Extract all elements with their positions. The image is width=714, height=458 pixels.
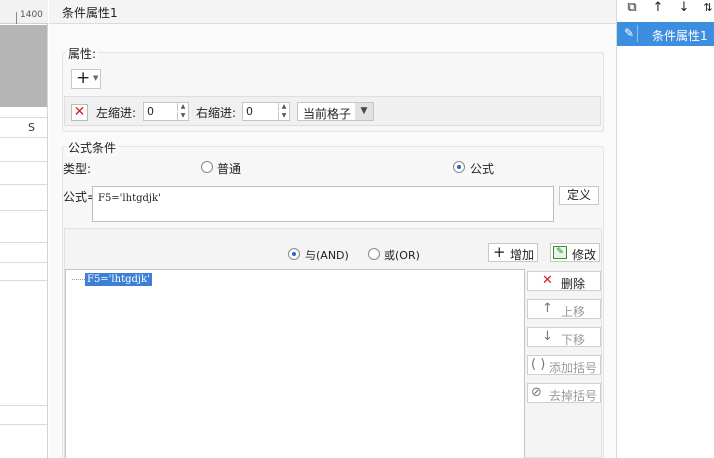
attributes-label: 属性: <box>66 45 99 62</box>
right-indent-value: 0 <box>246 105 253 118</box>
left-indent-label: 左缩进: <box>96 106 137 120</box>
arrow-down-icon[interactable]: ↓ <box>675 0 693 18</box>
bracket-icon: ( ) <box>531 357 546 372</box>
dialog-title: 条件属性1 <box>62 6 118 20</box>
row-divider <box>0 262 47 263</box>
delete-label: 删除 <box>561 277 586 291</box>
type-formula-radio[interactable] <box>453 161 465 173</box>
row-divider <box>0 242 47 243</box>
move-up-button[interactable]: ↑ 上移 <box>527 299 601 319</box>
add-bracket-label: 添加括号 <box>549 361 598 375</box>
type-normal-label[interactable]: 普通 <box>217 160 241 177</box>
move-down-label: 下移 <box>561 333 586 347</box>
row-divider <box>0 424 47 425</box>
type-normal-radio[interactable] <box>201 161 213 173</box>
condition-list-item-label: 条件属性1 <box>652 29 708 43</box>
stepper-up-icon[interactable]: ▲ <box>278 103 289 111</box>
right-indent-stepper[interactable]: 0 ▲ ▼ <box>242 102 290 121</box>
plus-icon: + <box>493 243 506 261</box>
row-divider <box>0 210 47 211</box>
formula-input[interactable] <box>92 186 554 222</box>
formula-condition-label: 公式条件 <box>66 139 119 156</box>
arrow-up-icon: ↑ <box>542 301 553 316</box>
delete-button[interactable]: ✕ 删除 <box>527 271 601 291</box>
tree-connector <box>72 279 85 280</box>
row-divider <box>0 137 47 138</box>
left-indent-value: 0 <box>147 105 154 118</box>
formula-value: F5='lhtgdjk' <box>98 193 161 204</box>
dialog-title-bar <box>49 0 616 24</box>
remove-bracket-icon: ⊘ <box>531 385 542 400</box>
ruler-tick <box>16 12 17 24</box>
type-label: 类型: <box>63 162 92 176</box>
ruler-label: 1400 <box>20 10 43 20</box>
arrow-up-icon[interactable]: ↑ <box>649 0 667 18</box>
row-divider <box>0 117 47 118</box>
row-divider <box>0 184 47 185</box>
modify-label: 修改 <box>572 248 597 262</box>
remove-bracket-button[interactable]: ⊘ 去掉括号 <box>527 383 601 403</box>
or-radio[interactable] <box>368 248 380 260</box>
column-label: S <box>28 121 35 134</box>
copy-icon[interactable]: ⧉ <box>623 0 641 18</box>
remove-bracket-label: 去掉括号 <box>549 389 598 403</box>
pencil-icon[interactable]: ✎ <box>621 25 638 42</box>
move-down-button[interactable]: ↓ 下移 <box>527 327 601 347</box>
row-divider <box>0 280 47 281</box>
chevron-down-icon[interactable]: ▼ <box>355 103 373 120</box>
and-label[interactable]: 与(AND) <box>305 247 349 263</box>
add-attribute-button[interactable]: + ▼ <box>71 69 101 89</box>
right-indent-label: 右缩进: <box>196 106 237 120</box>
add-bracket-button[interactable]: ( ) 添加括号 <box>527 355 601 375</box>
increase-label: 增加 <box>510 248 535 262</box>
arrow-down-icon: ↓ <box>542 329 553 344</box>
selected-cell-block <box>0 25 47 107</box>
and-radio[interactable] <box>288 248 300 260</box>
condition-tree[interactable] <box>65 269 525 458</box>
plus-icon: + <box>76 68 91 88</box>
increase-button[interactable]: + 增加 <box>488 243 538 262</box>
row-divider <box>0 161 47 162</box>
condition-list-panel <box>616 0 714 458</box>
or-label[interactable]: 或(OR) <box>384 247 420 263</box>
dropdown-caret-icon: ▼ <box>93 74 99 82</box>
stepper-up-icon[interactable]: ▲ <box>177 103 188 111</box>
remove-attribute-icon[interactable]: ✕ <box>71 104 88 121</box>
close-icon: ✕ <box>542 273 553 288</box>
move-up-label: 上移 <box>561 305 586 319</box>
left-indent-stepper[interactable]: 0 ▲ ▼ <box>143 102 189 121</box>
stepper-down-icon[interactable]: ▼ <box>177 112 188 120</box>
cell-scope-value: 当前格子 <box>303 107 352 121</box>
edit-grid-icon: ✎ <box>553 246 567 259</box>
row-divider <box>0 405 47 406</box>
condition-tree-item[interactable]: F5='lhtgdjk' <box>85 273 152 286</box>
sort-icon[interactable]: ⇅ <box>699 0 714 18</box>
modify-button[interactable]: ✎ 修改 <box>550 243 600 262</box>
type-formula-label[interactable]: 公式 <box>470 160 494 177</box>
define-button[interactable]: 定义 <box>559 186 599 205</box>
stepper-down-icon[interactable]: ▼ <box>278 112 289 120</box>
